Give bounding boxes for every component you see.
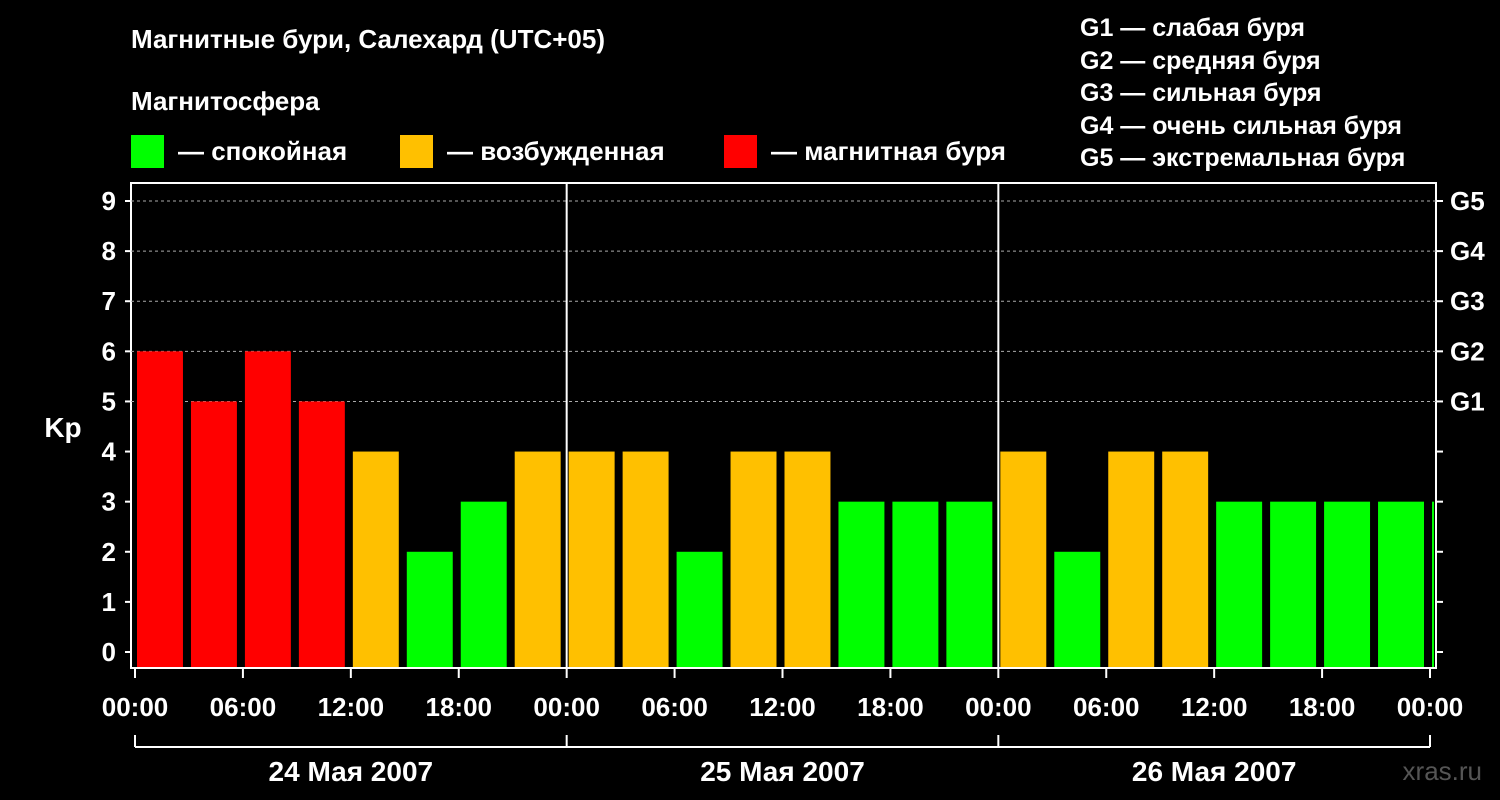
x-tick-label: 18:00 [1289,692,1356,722]
x-tick-label: 12:00 [1181,692,1248,722]
kp-bar [622,451,669,667]
x-tick-label: 18:00 [857,692,924,722]
y-tick-label: 4 [102,437,117,467]
day-label: 25 Мая 2007 [700,756,865,787]
g-level-label: G3 [1450,286,1485,316]
x-tick-label: 06:00 [1073,692,1140,722]
x-tick-label: 12:00 [318,692,385,722]
kp-bar [1000,451,1047,667]
kp-bar [1162,451,1209,667]
kp-bar [406,551,453,667]
y-tick-label: 8 [102,236,116,266]
kp-bar [1378,501,1424,667]
kp-bar [190,401,237,667]
kp-bar [460,501,507,667]
kp-bar [1270,501,1317,667]
g-level-label: G5 [1450,186,1485,216]
kp-bar [784,451,831,667]
y-tick-label: 7 [102,286,116,316]
g-level-label: G1 [1450,386,1485,416]
x-tick-label: 06:00 [641,692,708,722]
y-axis-label: Kp [44,412,81,443]
kp-bar [892,501,939,667]
y-tick-label: 2 [102,537,116,567]
kp-bar [1216,501,1263,667]
kp-bar [1432,501,1434,667]
kp-bar [1108,451,1155,667]
kp-bar [946,501,993,667]
day-label: 24 Мая 2007 [269,756,434,787]
g-level-label: G2 [1450,336,1485,366]
kp-bar [352,451,399,667]
kp-bar [676,551,723,667]
y-tick-label: 3 [102,487,116,517]
kp-bar [514,451,561,667]
y-tick-label: 1 [102,587,116,617]
x-tick-label: 00:00 [1397,692,1464,722]
x-tick-label: 00:00 [102,692,169,722]
x-tick-label: 12:00 [749,692,816,722]
y-tick-label: 9 [102,186,116,216]
x-tick-label: 18:00 [426,692,493,722]
kp-bar [137,351,183,667]
x-tick-label: 06:00 [210,692,277,722]
day-label: 26 Мая 2007 [1132,756,1297,787]
x-tick-label: 00:00 [533,692,600,722]
kp-bar [568,451,615,667]
y-tick-label: 5 [102,386,116,416]
kp-bar [730,451,777,667]
g-level-label: G4 [1450,236,1485,266]
kp-bar [1054,551,1101,667]
kp-bar-chart: 0 1 2 3 4 5 6 7 8 9 G1 G2 G3 G4 G5 Kp 00:00 06:00 12:00 18:… [44,182,1485,787]
kp-bar [838,501,885,667]
x-tick-label: 00:00 [965,692,1032,722]
kp-bar [298,401,345,667]
kp-bar [1324,501,1371,667]
watermark: xras.ru [1402,756,1482,786]
y-tick-label: 0 [102,637,116,667]
y-tick-label: 6 [102,336,116,366]
kp-bar [244,351,291,667]
